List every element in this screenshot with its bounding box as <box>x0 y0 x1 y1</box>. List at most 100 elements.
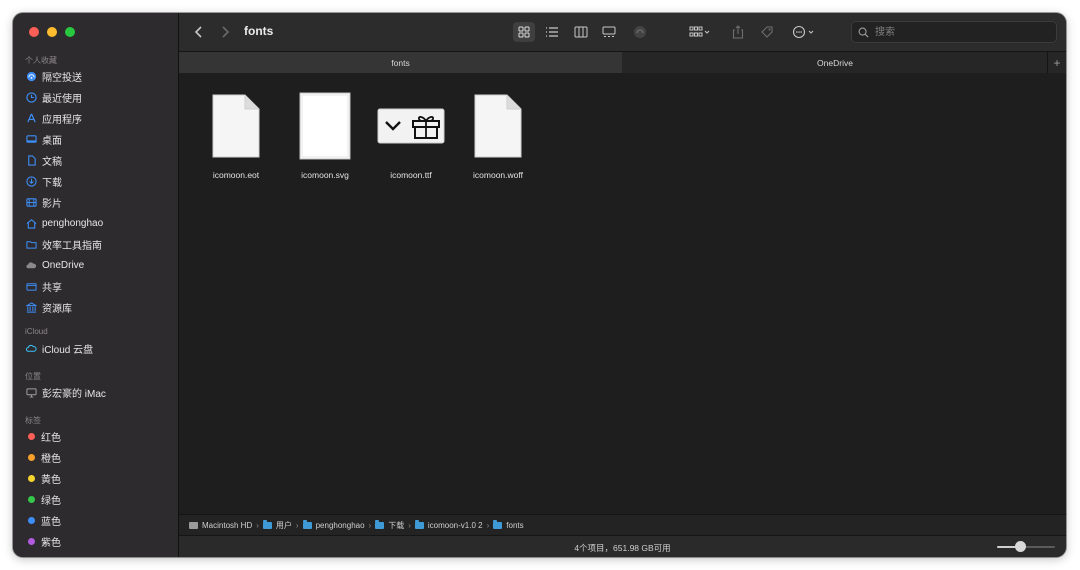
folder-icon <box>25 238 37 250</box>
action-menu-button[interactable] <box>789 22 819 42</box>
desktop-icon <box>25 133 37 145</box>
file-item[interactable]: icomoon.woff <box>458 91 538 180</box>
columns-icon <box>574 26 588 38</box>
tab-fonts[interactable]: fonts <box>179 52 622 73</box>
download-icon <box>25 175 37 187</box>
path-item[interactable]: Macintosh HD <box>189 521 252 530</box>
file-browser: icomoon.eot icomoon.svg icomoon.ttf icom… <box>179 73 1066 515</box>
document-icon <box>458 91 538 161</box>
close-window-button[interactable] <box>29 27 39 37</box>
column-view-button[interactable] <box>570 22 592 42</box>
gallery-view-button[interactable] <box>598 22 620 42</box>
sidebar-item-desktop[interactable]: 桌面 <box>25 130 62 148</box>
sidebar-section-icloud: iCloud <box>25 327 48 336</box>
sidebar-item-downloads[interactable]: 下载 <box>25 172 62 190</box>
tag-button[interactable] <box>757 22 777 42</box>
sidebar-item-shared[interactable]: 共享 <box>25 277 62 295</box>
sidebar-tag-yellow[interactable]: 黄色 <box>25 469 61 487</box>
sidebar-item-imac[interactable]: 彭宏豪的 iMac <box>25 383 106 401</box>
home-icon <box>25 217 37 229</box>
sidebar-item-movies[interactable]: 影片 <box>25 193 62 211</box>
chevron-right-icon: › <box>486 521 490 530</box>
folder-icon <box>414 520 424 529</box>
tag-dot-icon <box>28 495 35 503</box>
folder-icon <box>375 520 385 529</box>
sidebar-item-library[interactable]: 资源库 <box>25 298 72 316</box>
sidebar-item-folder[interactable]: 效率工具指南 <box>25 235 102 253</box>
search-field[interactable] <box>851 21 1057 43</box>
icon-size-slider[interactable] <box>997 541 1055 552</box>
status-text: 4个项目，651.98 GB可用 <box>574 543 671 553</box>
shared-folder-icon <box>25 280 37 292</box>
tag-dot-icon <box>28 537 35 545</box>
clock-icon <box>25 91 37 103</box>
sidebar-item-icloud-drive[interactable]: iCloud 云盘 <box>25 339 93 357</box>
font-preview-icon <box>371 91 451 161</box>
airdrop-toolbar-button[interactable] <box>630 22 650 42</box>
chevron-right-icon <box>222 26 230 38</box>
tag-dot-icon <box>28 432 35 440</box>
icon-view-button[interactable] <box>513 22 535 42</box>
document-icon <box>196 91 276 161</box>
sidebar: 个人收藏 隔空投送 最近使用 应用程序 桌面 文稿 下载 影片 penghong… <box>13 13 179 557</box>
cloud-icon <box>25 259 37 271</box>
zoom-window-button[interactable] <box>65 27 75 37</box>
list-view-button[interactable] <box>541 22 563 42</box>
document-icon <box>25 154 37 166</box>
sidebar-tag-purple[interactable]: 紫色 <box>25 532 61 550</box>
group-button[interactable] <box>685 22 715 42</box>
path-item[interactable]: 下载 <box>375 520 404 531</box>
sidebar-section-tags: 标签 <box>25 416 41 425</box>
tab-bar: fonts OneDrive + <box>179 51 1066 74</box>
new-tab-button[interactable]: + <box>1047 52 1066 73</box>
path-bar: Macintosh HD › 用户 › penghonghao › 下载 › i… <box>179 514 1066 536</box>
path-item[interactable]: 用户 <box>262 520 292 531</box>
tag-dot-icon <box>28 516 35 524</box>
folder-icon <box>302 520 312 529</box>
share-icon <box>732 25 744 39</box>
sidebar-item-applications[interactable]: 应用程序 <box>25 109 82 127</box>
sidebar-section-locations: 位置 <box>25 372 41 381</box>
sidebar-item-documents[interactable]: 文稿 <box>25 151 62 169</box>
film-icon <box>25 196 37 208</box>
imac-icon <box>25 386 37 398</box>
share-button[interactable] <box>729 22 747 42</box>
tab-onedrive[interactable]: OneDrive <box>623 52 1047 73</box>
slider-knob[interactable] <box>1015 541 1027 552</box>
sidebar-item-recents[interactable]: 最近使用 <box>25 88 82 106</box>
group-icon <box>689 26 710 37</box>
file-item[interactable]: icomoon.ttf <box>371 91 451 180</box>
status-bar: 4个项目，651.98 GB可用 <box>179 535 1066 557</box>
sidebar-tag-orange[interactable]: 橙色 <box>25 448 61 466</box>
path-item[interactable]: fonts <box>493 520 524 530</box>
path-item[interactable]: icomoon-v1.0 2 <box>414 520 483 530</box>
forward-button[interactable] <box>217 22 233 42</box>
applications-icon <box>25 112 37 124</box>
sidebar-tag-green[interactable]: 绿色 <box>25 490 61 508</box>
sidebar-tag-red[interactable]: 红色 <box>25 427 61 445</box>
window-title: fonts <box>244 24 274 38</box>
search-input[interactable] <box>873 25 1047 39</box>
back-button[interactable] <box>191 22 207 42</box>
chevron-right-icon: › <box>408 521 411 530</box>
file-item[interactable]: icomoon.eot <box>196 91 276 180</box>
tag-dot-icon <box>28 453 35 461</box>
hard-drive-icon <box>189 522 198 529</box>
window-controls <box>29 27 75 37</box>
finder-window: 个人收藏 隔空投送 最近使用 应用程序 桌面 文稿 下载 影片 penghong… <box>13 13 1066 557</box>
library-icon <box>25 301 37 313</box>
sidebar-tag-blue[interactable]: 蓝色 <box>25 511 61 529</box>
folder-icon <box>493 520 503 529</box>
chevron-right-icon: › <box>256 521 259 530</box>
minimize-window-button[interactable] <box>47 27 57 37</box>
chevron-left-icon <box>194 26 202 38</box>
sidebar-section-favorites: 个人收藏 <box>25 56 57 65</box>
sidebar-item-onedrive[interactable]: OneDrive <box>25 256 84 274</box>
chevron-right-icon: › <box>295 521 299 530</box>
search-icon <box>858 27 869 38</box>
sidebar-item-home[interactable]: penghonghao <box>25 214 103 232</box>
file-item[interactable]: icomoon.svg <box>285 91 365 180</box>
toolbar: fonts <box>179 13 1066 51</box>
sidebar-item-airdrop[interactable]: 隔空投送 <box>25 67 82 85</box>
path-item[interactable]: penghonghao <box>302 520 365 530</box>
